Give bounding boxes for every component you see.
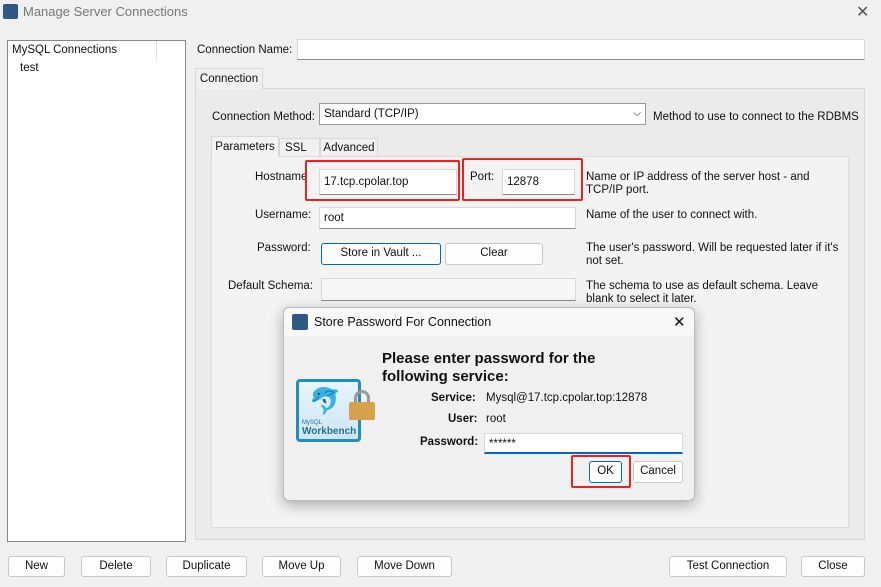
username-desc: Name of the user to connect with. <box>586 209 758 221</box>
delete-button[interactable]: Delete <box>81 556 151 577</box>
title-bar: Manage Server Connections ✕ <box>0 0 881 24</box>
logo-text: Workbench <box>302 426 357 437</box>
close-icon[interactable]: ✕ <box>673 313 686 331</box>
hostname-highlight <box>305 160 460 201</box>
service-value: Mysql@17.tcp.cpolar.top:12878 <box>486 392 648 404</box>
hostname-label: Hostname <box>255 171 308 183</box>
password-desc: The user's password. Will be requested l… <box>586 242 839 267</box>
close-icon[interactable]: ✕ <box>856 2 869 22</box>
hostname-desc: Name or IP address of the server host - … <box>586 171 810 196</box>
cancel-button[interactable]: Cancel <box>633 461 683 483</box>
username-label: Username: <box>255 209 312 221</box>
tab-advanced[interactable]: Advanced <box>320 138 378 157</box>
schema-desc: The schema to use as default schema. Lea… <box>586 280 819 305</box>
window-title: Manage Server Connections <box>23 4 188 19</box>
close-button[interactable]: Close <box>801 556 865 577</box>
tree-header: MySQL Connections <box>12 44 118 56</box>
store-password-dialog: Store Password For Connection ✕ 🐬 MySQL … <box>283 307 695 501</box>
new-button[interactable]: New <box>8 556 65 577</box>
move-down-button[interactable]: Move Down <box>357 556 452 577</box>
duplicate-button[interactable]: Duplicate <box>166 556 247 577</box>
dialog-title-bar: Store Password For Connection ✕ <box>284 308 694 336</box>
user-label: User: <box>448 413 478 425</box>
password-input[interactable]: ****** <box>484 433 683 454</box>
column-divider <box>156 41 157 59</box>
method-desc: Method to use to connect to the RDBMS <box>653 111 859 123</box>
dolphin-icon: 🐬 <box>309 386 342 416</box>
schema-label: Default Schema: <box>228 280 314 292</box>
lock-icon <box>349 390 375 420</box>
tree-item[interactable]: test <box>20 62 39 74</box>
dialog-title: Store Password For Connection <box>314 315 492 329</box>
chevron-down-icon: ⌵ <box>633 108 641 119</box>
connections-tree[interactable]: MySQL Connections test <box>7 40 186 542</box>
username-input[interactable]: root <box>319 207 576 229</box>
password-label: Password: <box>420 436 479 448</box>
default-schema-input[interactable] <box>321 278 576 301</box>
connection-name-input[interactable] <box>297 39 865 60</box>
tab-ssl[interactable]: SSL <box>279 138 320 157</box>
method-label: Connection Method: <box>212 111 315 123</box>
dialog-heading: Please enter password for the following … <box>382 350 596 385</box>
app-icon <box>3 4 18 19</box>
port-highlight <box>462 158 583 201</box>
connection-name-label: Connection Name: <box>197 44 293 56</box>
move-up-button[interactable]: Move Up <box>262 556 341 577</box>
store-in-vault-button[interactable]: Store in Vault ... <box>321 243 441 265</box>
method-value: Standard (TCP/IP) <box>324 108 419 120</box>
tab-connection[interactable]: Connection <box>195 68 263 89</box>
connection-method-select[interactable]: Standard (TCP/IP) ⌵ <box>319 103 646 125</box>
test-connection-button[interactable]: Test Connection <box>669 556 787 577</box>
password-label: Password: <box>257 242 311 254</box>
clear-password-button[interactable]: Clear <box>445 243 543 265</box>
tab-parameters[interactable]: Parameters <box>211 136 279 157</box>
service-label: Service: <box>431 392 476 404</box>
app-icon <box>292 314 308 330</box>
user-value: root <box>486 413 506 425</box>
ok-highlight <box>571 455 631 488</box>
